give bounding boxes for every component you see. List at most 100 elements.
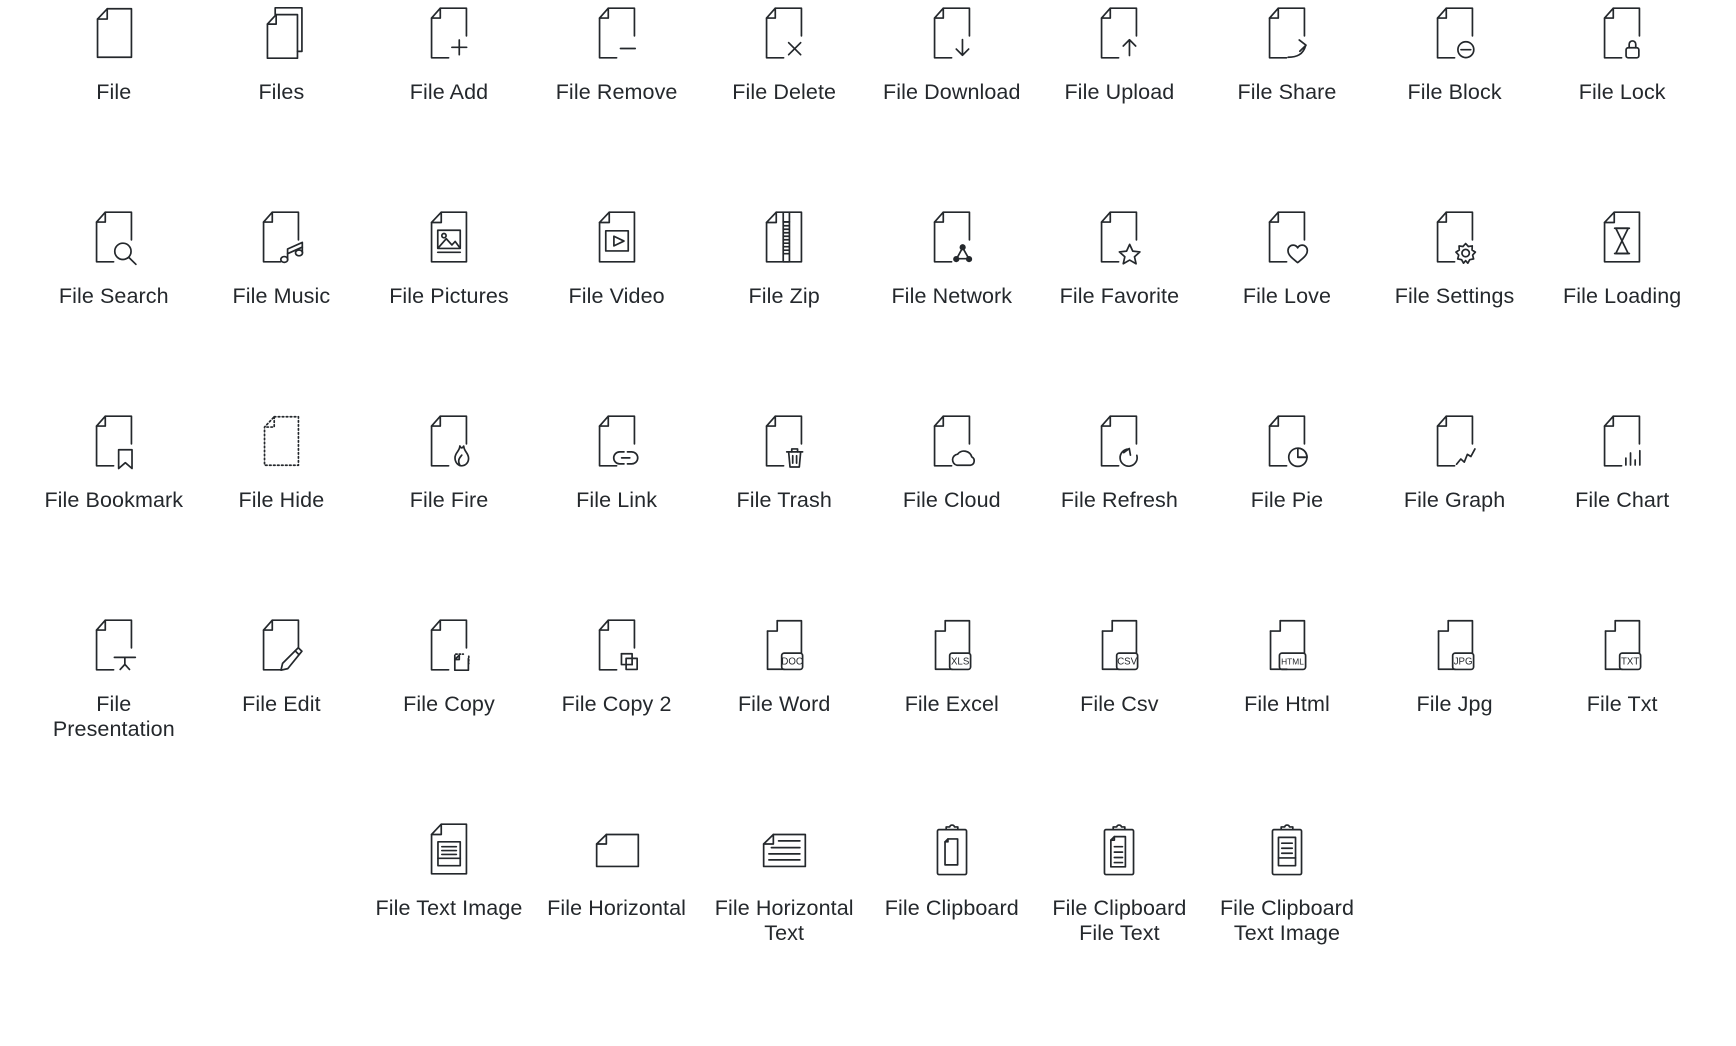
icon-cell-file-graph[interactable]: File Graph [1371, 408, 1539, 612]
icon-cell-file-link[interactable]: File Link [533, 408, 701, 612]
icon-cell-file-loading[interactable]: File Loading [1538, 204, 1706, 408]
icon-cell-file-copy-2[interactable]: File Copy 2 [533, 612, 701, 816]
file-video-icon [586, 206, 648, 268]
file-settings-icon [1424, 206, 1486, 268]
icon-label: File Download [883, 80, 1021, 104]
icon-cell-file-add[interactable]: File Add [365, 0, 533, 204]
file-text-image-icon [418, 818, 480, 880]
icon-cell-file-clipboard[interactable]: File Clipboard [868, 816, 1036, 1020]
icon-cell-file-download[interactable]: File Download [868, 0, 1036, 204]
icon-cell-file-video[interactable]: File Video [533, 204, 701, 408]
svg-text:CSV: CSV [1118, 657, 1138, 668]
icon-cell-file-fire[interactable]: File Fire [365, 408, 533, 612]
file-zip-icon [753, 206, 815, 268]
icon-label: File Refresh [1060, 488, 1178, 512]
icon-label: File Graph [1403, 488, 1506, 512]
file-copy-icon [418, 614, 480, 676]
icon-label: File Word [737, 692, 831, 716]
icon-cell-file-chart[interactable]: File Chart [1538, 408, 1706, 612]
icon-label: File Zip [748, 284, 820, 308]
icon-label: File Remove [555, 80, 678, 104]
icon-label: File Pictures [389, 284, 509, 308]
file-refresh-icon [1088, 410, 1150, 472]
file-download-icon [921, 2, 983, 64]
icon-cell-file-lock[interactable]: File Lock [1538, 0, 1706, 204]
file-icon [83, 2, 145, 64]
icon-label: File Share [1237, 80, 1337, 104]
icon-cell-file-upload[interactable]: File Upload [1036, 0, 1204, 204]
file-love-icon [1256, 206, 1318, 268]
icon-label: File Lock [1578, 80, 1666, 104]
icon-cell-file-edit[interactable]: File Edit [198, 612, 366, 816]
icon-cell-file-cloud[interactable]: File Cloud [868, 408, 1036, 612]
icon-label: File Presentation [52, 692, 175, 741]
icon-label: File Copy 2 [561, 692, 672, 716]
file-hide-icon [250, 410, 312, 472]
icon-cell-file[interactable]: File [30, 0, 198, 204]
file-bookmark-icon [83, 410, 145, 472]
icon-cell-file-hide[interactable]: File Hide [198, 408, 366, 612]
icon-label: File Add [409, 80, 489, 104]
icon-label: File Copy [403, 692, 495, 716]
file-txt-icon: TXT [1591, 614, 1653, 676]
icon-cell-file-clipboard-text-image[interactable]: File Clipboard Text Image [1203, 816, 1371, 1020]
svg-text:XLS: XLS [951, 657, 969, 668]
icon-cell-file-remove[interactable]: File Remove [533, 0, 701, 204]
file-delete-icon [753, 2, 815, 64]
icon-label: File Csv [1080, 692, 1159, 716]
icon-label: File Text Image [375, 896, 523, 920]
icon-label: File Trash [736, 488, 832, 512]
icon-label: File Clipboard Text Image [1219, 896, 1354, 945]
icon-cell-file-horizontal-text[interactable]: File Horizontal Text [700, 816, 868, 1020]
icon-label: File Block [1407, 80, 1502, 104]
file-presentation-icon [83, 614, 145, 676]
icon-cell-file-network[interactable]: File Network [868, 204, 1036, 408]
icon-cell-file-csv[interactable]: CSV File Csv [1036, 612, 1204, 816]
icon-cell-file-settings[interactable]: File Settings [1371, 204, 1539, 408]
file-share-icon [1256, 2, 1318, 64]
icon-cell-file-txt[interactable]: TXT File Txt [1538, 612, 1706, 816]
icon-cell-file-refresh[interactable]: File Refresh [1036, 408, 1204, 612]
icon-cell-file-html[interactable]: HTML File Html [1203, 612, 1371, 816]
icon-cell-file-favorite[interactable]: File Favorite [1036, 204, 1204, 408]
icon-cell-file-bookmark[interactable]: File Bookmark [30, 408, 198, 612]
icon-cell-file-pictures[interactable]: File Pictures [365, 204, 533, 408]
icon-cell-file-search[interactable]: File Search [30, 204, 198, 408]
icon-label: File Settings [1394, 284, 1515, 308]
icon-cell-file-presentation[interactable]: File Presentation [30, 612, 198, 816]
icon-cell-file-love[interactable]: File Love [1203, 204, 1371, 408]
icon-label: File Clipboard File Text [1052, 896, 1187, 945]
icon-cell-file-text-image[interactable]: File Text Image [365, 816, 533, 1020]
icon-label: File Horizontal [547, 896, 687, 920]
icon-cell-file-zip[interactable]: File Zip [700, 204, 868, 408]
icon-label: File Edit [242, 692, 321, 716]
icon-cell-file-clipboard-file-text[interactable]: File Clipboard File Text [1036, 816, 1204, 1020]
icon-cell-file-delete[interactable]: File Delete [700, 0, 868, 204]
icon-label: File [96, 80, 132, 104]
icon-sheet: File Files File Add File Remove File Del… [0, 0, 1736, 1046]
file-block-icon [1424, 2, 1486, 64]
icon-cell-files[interactable]: Files [198, 0, 366, 204]
icon-cell-file-horizontal[interactable]: File Horizontal [533, 816, 701, 1020]
icon-label: File Delete [732, 80, 837, 104]
icon-label: File Html [1244, 692, 1330, 716]
file-lock-icon [1591, 2, 1653, 64]
icon-cell-file-excel[interactable]: XLS File Excel [868, 612, 1036, 816]
file-clipboard-file-text-icon [1088, 818, 1150, 880]
icon-cell-file-jpg[interactable]: JPG File Jpg [1371, 612, 1539, 816]
file-csv-icon: CSV [1088, 614, 1150, 676]
icon-label: File Horizontal Text [714, 896, 854, 945]
icon-cell-file-block[interactable]: File Block [1371, 0, 1539, 204]
svg-text:DOC: DOC [782, 657, 804, 668]
icon-label: File Network [891, 284, 1013, 308]
icon-cell-file-music[interactable]: File Music [198, 204, 366, 408]
file-cloud-icon [921, 410, 983, 472]
icon-cell-file-share[interactable]: File Share [1203, 0, 1371, 204]
icon-cell-file-pie[interactable]: File Pie [1203, 408, 1371, 612]
icon-label: File Love [1242, 284, 1332, 308]
file-network-icon [921, 206, 983, 268]
icon-cell-file-trash[interactable]: File Trash [700, 408, 868, 612]
file-favorite-icon [1088, 206, 1150, 268]
icon-cell-file-copy[interactable]: File Copy [365, 612, 533, 816]
icon-cell-file-word[interactable]: DOC File Word [700, 612, 868, 816]
